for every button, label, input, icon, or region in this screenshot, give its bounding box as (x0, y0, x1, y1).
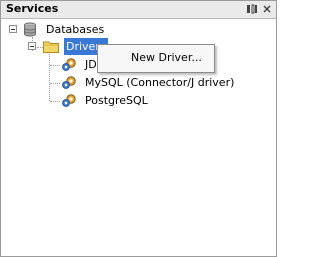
tree-node-label: JD (85, 58, 97, 71)
tree-node-driver[interactable]: PostgreSQL (1, 92, 276, 109)
tree-node-driver[interactable]: MySQL (Connector/J driver) (1, 74, 276, 91)
collapse-icon[interactable] (28, 42, 36, 50)
tree-node-label: Databases (46, 23, 105, 36)
menu-item-new-driver[interactable]: New Driver... (98, 48, 214, 68)
tree-node-label: MySQL (Connector/J driver) (85, 76, 235, 89)
tree-node-label: PostgreSQL (85, 94, 148, 107)
minimize-icon[interactable] (246, 3, 258, 15)
driver-gear-icon (61, 93, 77, 113)
menu-item-label: New Driver... (131, 51, 202, 64)
tree-node-databases[interactable]: Databases (1, 21, 276, 38)
close-icon[interactable] (262, 3, 272, 15)
collapse-icon[interactable] (9, 25, 17, 33)
context-menu: New Driver... (97, 44, 215, 73)
panel-title: Services (6, 2, 59, 15)
services-panel: Services Databases Drivers JD MySQL (Con… (0, 0, 277, 257)
panel-titlebar: Services (1, 1, 276, 19)
